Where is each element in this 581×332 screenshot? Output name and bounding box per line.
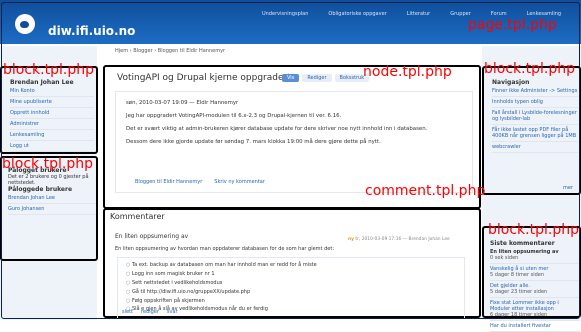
comment-template-label: comment.tpl.php <box>365 183 486 199</box>
block-template-label: block.tpl.php <box>484 61 575 77</box>
recent-item-title[interactable]: Har du installert fivestar <box>490 323 551 329</box>
block-template-label: block.tpl.php <box>488 222 579 238</box>
page-template-label: page.tpl.php <box>468 17 557 33</box>
block-template-label: block.tpl.php <box>3 62 94 78</box>
recent-item[interactable]: Har du installert fivestar <box>490 321 580 332</box>
block-template-label: block.tpl.php <box>2 156 93 172</box>
node-template-label: node.tpl.php <box>363 64 452 80</box>
